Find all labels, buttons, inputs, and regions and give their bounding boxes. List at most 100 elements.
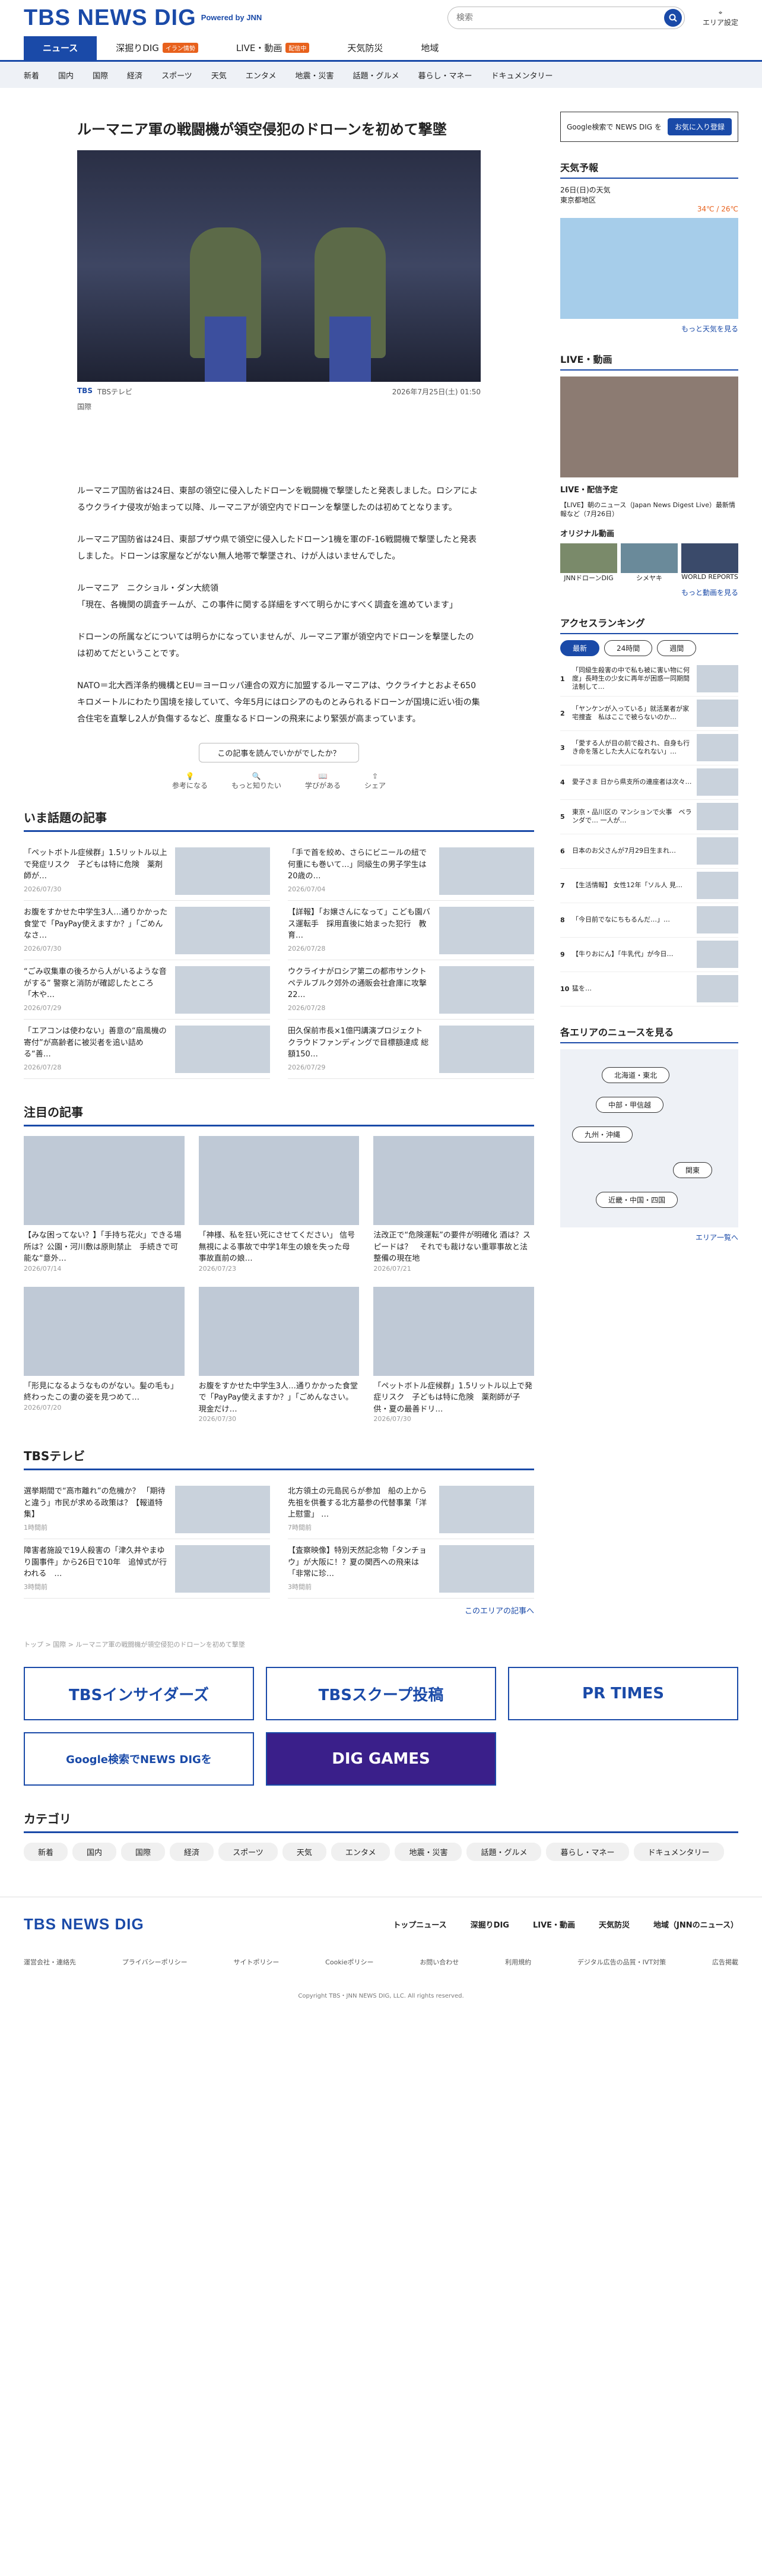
- category-chip[interactable]: ドキュメンタリー: [633, 1843, 724, 1861]
- footer-sublink[interactable]: お問い合わせ: [420, 1957, 459, 1967]
- ranking-tab[interactable]: 最新: [560, 640, 600, 656]
- category-chip[interactable]: 話題・グルメ: [466, 1843, 542, 1861]
- list-item[interactable]: “ごみ収集車の後ろから人がいるような音がする” 警察と消防が確認したところ「木や…: [24, 960, 270, 1020]
- reaction-learn-button[interactable]: 📖 学びがある: [305, 772, 341, 790]
- weather-region[interactable]: 東京都地区: [560, 195, 738, 205]
- reaction-more-button[interactable]: 🔍 もっと知りたい: [231, 772, 281, 790]
- category-chip[interactable]: 天気: [282, 1843, 326, 1861]
- weather-map[interactable]: [560, 218, 738, 319]
- banner-tbs-insiders[interactable]: TBSインサイダーズ: [24, 1667, 254, 1720]
- ranking-item[interactable]: 3 「愛する人が目の前で殺され、自身も行き命を落とした大人になれない」…: [560, 731, 738, 765]
- video-item[interactable]: JNNドローンDIG: [560, 543, 617, 583]
- list-item[interactable]: ウクライナがロシア第二の都市サンクトペテルブルク郊外の通販会社倉庫に攻撃 22……: [288, 960, 534, 1020]
- article-card[interactable]: お腹をすかせた中学生3人…通りかかった食堂で「PayPay使えますか？」「ごめん…: [198, 1286, 360, 1423]
- list-item[interactable]: 【詳報】「お嬢さんになって」こども園バス運転手 採用直後に始まった犯行 教育… 2…: [288, 901, 534, 960]
- site-logo[interactable]: TBS NEWS DIG Powered by JNN: [24, 5, 262, 31]
- ranking-item[interactable]: 7 【生活情報】 女性12年「ソル人 見…: [560, 869, 738, 903]
- footer-sublink[interactable]: 利用規約: [505, 1957, 531, 1967]
- list-item[interactable]: 「ペットボトル症候群」1.5リットル以上で発症リスク 子どもは特に危険 薬剤師が…: [24, 841, 270, 901]
- footer-link[interactable]: 深掘りDIG: [471, 1919, 509, 1930]
- reaction-helpful-button[interactable]: 💡 参考になる: [172, 772, 208, 790]
- category-chip[interactable]: スポーツ: [218, 1843, 278, 1861]
- category-chip[interactable]: エンタメ: [331, 1843, 390, 1861]
- subnav-item[interactable]: 新着: [24, 69, 39, 81]
- ranking-item[interactable]: 6 日本のお父さんが7月29日生まれ…: [560, 834, 738, 869]
- ranking-item[interactable]: 9 【牛りおにん】「牛乳代」が今日…: [560, 938, 738, 972]
- favorite-button[interactable]: お気に入り登録: [667, 118, 732, 135]
- ranking-item[interactable]: 5 東京・品川区の マンションで火事 ベランダで… 一人が…: [560, 800, 738, 834]
- tab-local[interactable]: 地域: [402, 36, 458, 60]
- area-setting-button[interactable]: ⌖ エリア設定: [703, 8, 738, 27]
- footer-sublink[interactable]: サイトポリシー: [233, 1957, 279, 1967]
- tab-dig[interactable]: 深掘りDIG イラン情勢: [97, 36, 217, 60]
- list-item[interactable]: 田久保前市長×1億円講演プロジェクト クラウドファンディングで目標額達成 総額1…: [288, 1020, 534, 1079]
- tab-live[interactable]: LIVE・動画 配信中: [217, 36, 329, 60]
- banner-prtimes[interactable]: PR TIMES: [508, 1667, 738, 1720]
- ranking-tab[interactable]: 週間: [657, 640, 697, 656]
- subnav-item[interactable]: 地震・災害: [295, 69, 334, 81]
- ranking-item[interactable]: 10 猛を…: [560, 972, 738, 1007]
- footer-logo[interactable]: TBS NEWS DIG: [24, 1915, 144, 1933]
- article-category[interactable]: 国際: [77, 401, 481, 412]
- subnav-item[interactable]: 天気: [211, 69, 227, 81]
- area-button[interactable]: 中部・甲信越: [596, 1096, 664, 1113]
- search-input[interactable]: [456, 13, 664, 23]
- ranking-item[interactable]: 2 「ヤンケンが入っている」就活業者が家宅捜査 私はここで被らないのか…: [560, 697, 738, 731]
- article-card[interactable]: 【みな困ってない？】「手持ち花火」できる場所は？公園・河川敷は原則禁止 手続きで…: [24, 1136, 185, 1273]
- list-item[interactable]: 北方領土の元島民らが参加 船の上から先祖を供養する北方墓参の代替事業「洋上慰霊」…: [288, 1480, 534, 1539]
- tab-news[interactable]: ニュース: [24, 36, 97, 60]
- article-card[interactable]: 「ペットボトル症候群」1.5リットル以上で発症リスク 子どもは特に危険 薬剤師が…: [373, 1286, 534, 1423]
- live-video[interactable]: [560, 376, 738, 477]
- footer-sublink[interactable]: Cookieポリシー: [325, 1957, 373, 1967]
- banner-dig-games[interactable]: DIG GAMES: [266, 1732, 496, 1786]
- ranking-item[interactable]: 1 「同級生殺害の中で私も被に害い物に何度」長時生の少女に再年が困惑一同期間法制し…: [560, 662, 738, 697]
- footer-sublink[interactable]: 運営会社・連絡先: [24, 1957, 76, 1967]
- category-chip[interactable]: 地震・災害: [395, 1843, 462, 1861]
- banner-google[interactable]: Google検索でNEWS DIGを: [24, 1732, 254, 1786]
- subnav-item[interactable]: 国内: [58, 69, 74, 81]
- subnav-item[interactable]: ドキュメンタリー: [491, 69, 553, 81]
- footer-link[interactable]: トップニュース: [393, 1919, 446, 1930]
- category-chip[interactable]: 新着: [24, 1843, 68, 1861]
- category-chip[interactable]: 国内: [72, 1843, 117, 1861]
- category-chip[interactable]: 国際: [121, 1843, 166, 1861]
- ranking-item[interactable]: 8 「今日前でなにちもるんだ…」…: [560, 903, 738, 938]
- video-item[interactable]: シメヤキ: [621, 543, 678, 583]
- video-item[interactable]: WORLD REPORTS: [681, 543, 738, 583]
- area-news-link[interactable]: このエリアの記事へ: [24, 1605, 534, 1616]
- live-item[interactable]: 【LIVE】朝のニュース（Japan News Digest Live）最新情報…: [560, 501, 738, 519]
- footer-link[interactable]: 天気防災: [599, 1919, 630, 1930]
- tab-weather[interactable]: 天気防災: [328, 36, 402, 60]
- list-item[interactable]: 「手で首を絞め、さらにビニールの紐で何重にも巻いて…」同級生の男子学生は20歳の…: [288, 841, 534, 901]
- area-button[interactable]: 近畿・中国・四国: [596, 1191, 678, 1208]
- article-card[interactable]: 「神様、私を狂い死にさせてください」 信号無視による事故で中学1年生の娘を失った…: [198, 1136, 360, 1273]
- area-more-link[interactable]: エリア一覧へ: [560, 1232, 738, 1242]
- area-button[interactable]: 北海道・東北: [602, 1067, 670, 1083]
- category-chip[interactable]: 暮らし・マネー: [546, 1843, 629, 1861]
- subnav-item[interactable]: 国際: [93, 69, 108, 81]
- banner-scoop[interactable]: TBSスクープ投稿: [266, 1667, 496, 1720]
- share-button[interactable]: ⇪ シェア: [364, 772, 386, 790]
- area-button[interactable]: 九州・沖縄: [572, 1126, 633, 1143]
- search-button[interactable]: [663, 9, 682, 27]
- footer-sublink[interactable]: 広告掲載: [712, 1957, 738, 1967]
- subnav-item[interactable]: エンタメ: [246, 69, 277, 81]
- footer-link[interactable]: 地域（JNNのニュース）: [653, 1919, 738, 1930]
- weather-more-link[interactable]: もっと天気を見る: [560, 324, 738, 334]
- list-item[interactable]: お腹をすかせた中学生3人…通りかかった食堂で「PayPay使えますか？」「ごめん…: [24, 901, 270, 960]
- article-card[interactable]: 法改正で“危険運転”の要件が明確化 酒は？スピードは？ それでも裁けない重罪事故…: [373, 1136, 534, 1273]
- source-name[interactable]: TBSテレビ: [97, 387, 132, 397]
- subnav-item[interactable]: スポーツ: [161, 69, 192, 81]
- list-item[interactable]: 障害者施設で19人殺害の「津久井やまゆり園事件」から26日で10年 追悼式が行わ…: [24, 1539, 270, 1599]
- subnav-item[interactable]: 話題・グルメ: [353, 69, 399, 81]
- ranking-item[interactable]: 4 愛子さま 日から県支所の連座者は次々…: [560, 765, 738, 800]
- ranking-tab[interactable]: 24時間: [604, 640, 653, 656]
- subnav-item[interactable]: 暮らし・マネー: [418, 69, 472, 81]
- list-item[interactable]: 「エアコンは使わない」善意の“扇風機の寄付”が高齢者に被災者を追い詰める“善… 2…: [24, 1020, 270, 1079]
- video-more-link[interactable]: もっと動画を見る: [560, 587, 738, 597]
- article-card[interactable]: 「形見になるようなものがない。髪の毛も」 終わったこの妻の姿を見つめて… 2026…: [24, 1286, 185, 1423]
- footer-link[interactable]: LIVE・動画: [533, 1919, 575, 1930]
- category-chip[interactable]: 経済: [170, 1843, 214, 1861]
- footer-sublink[interactable]: プライバシーポリシー: [122, 1957, 188, 1967]
- footer-sublink[interactable]: デジタル広告の品質・IVT対策: [577, 1957, 666, 1967]
